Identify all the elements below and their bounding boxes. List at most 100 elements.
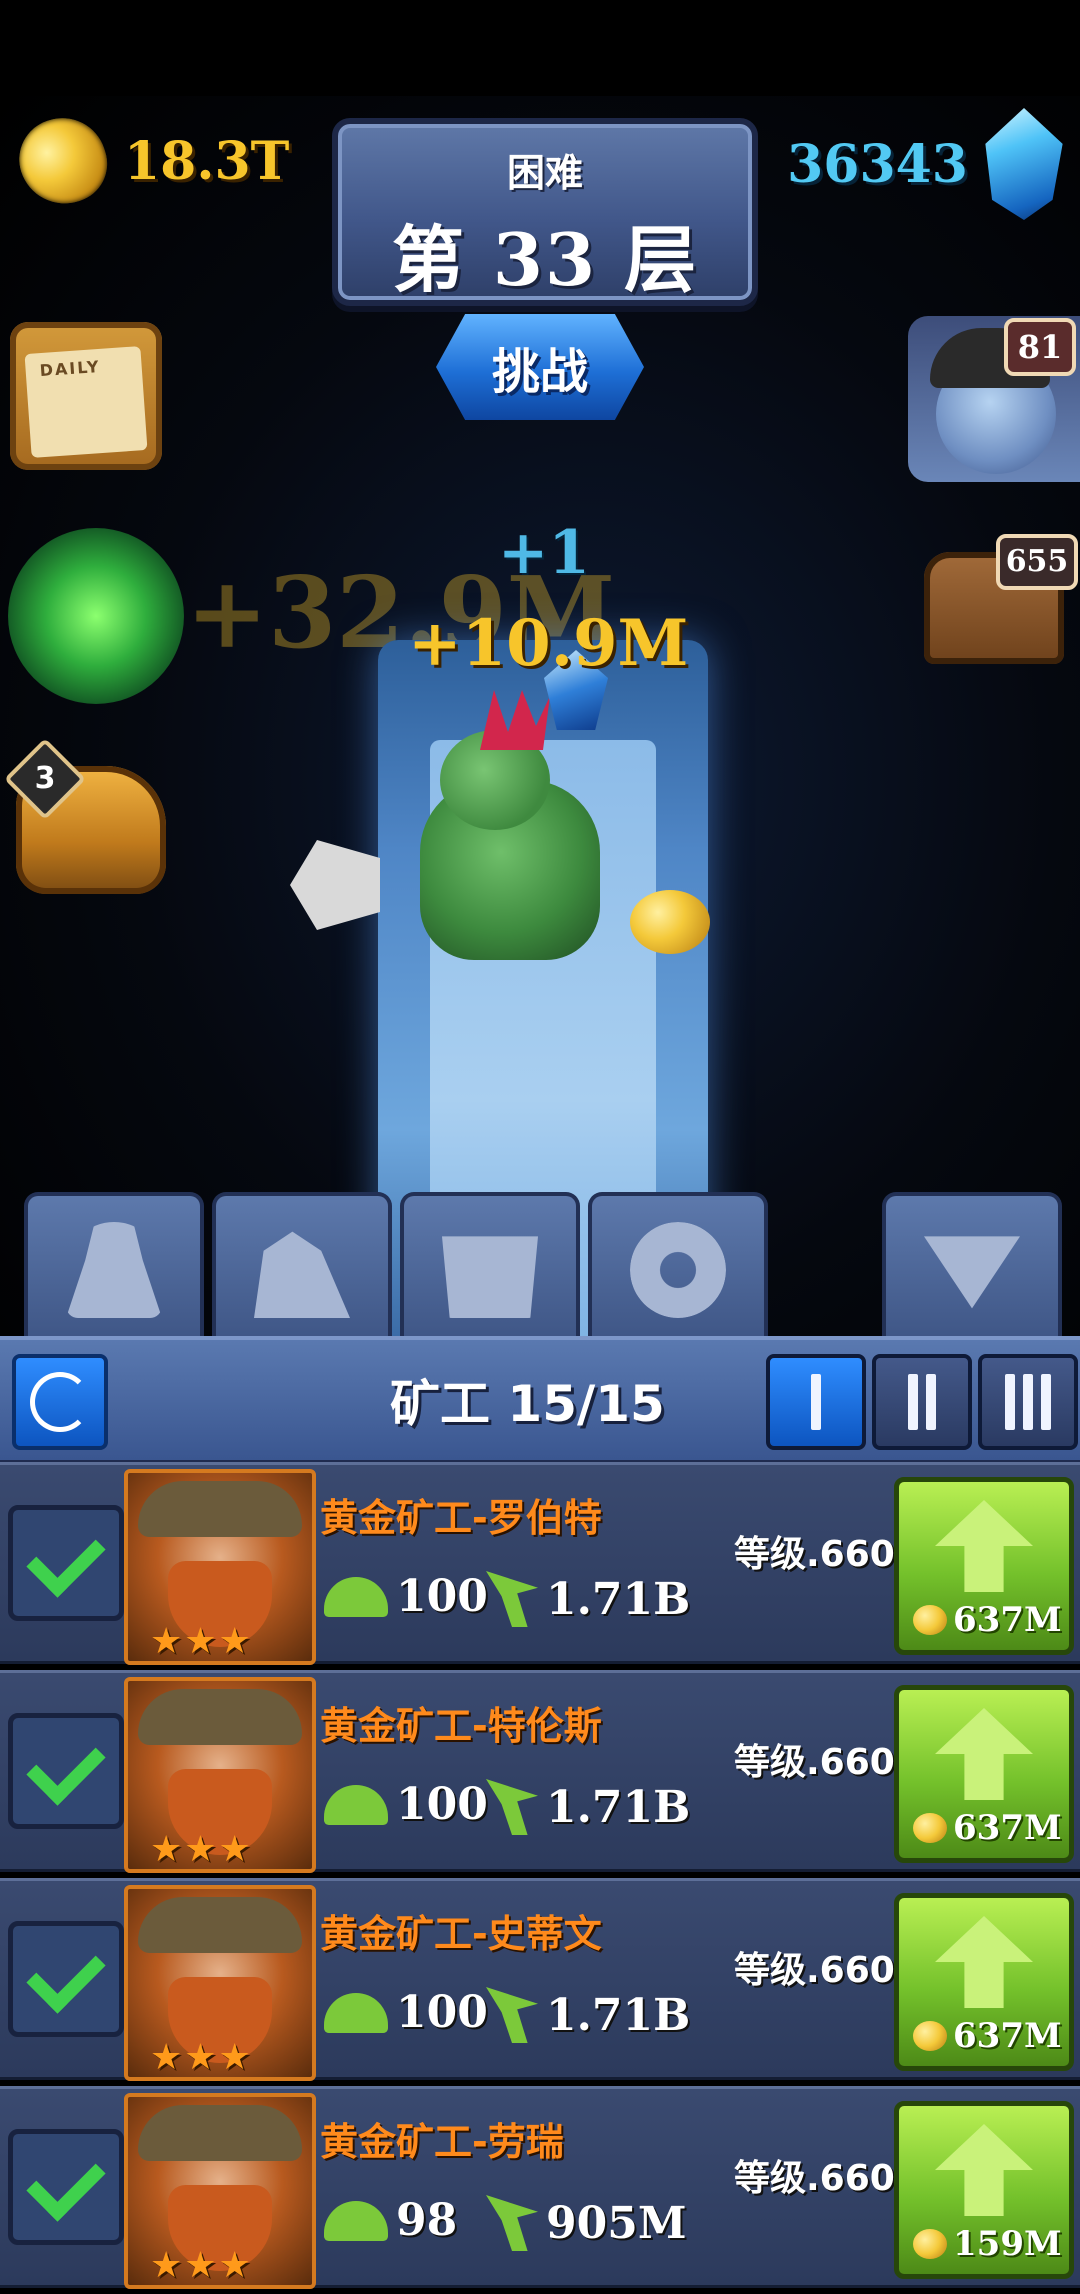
helmet-icon bbox=[324, 1992, 388, 2033]
upgrade-cost: 637M bbox=[913, 1808, 1062, 1848]
treasure-chest-badge: 655 bbox=[996, 534, 1078, 590]
miner-stars: ★★★ bbox=[150, 1829, 253, 1870]
upgrade-button[interactable]: 637M bbox=[894, 1893, 1074, 2071]
up-arrow-icon bbox=[935, 2124, 1033, 2216]
miner-level: 等级.660 bbox=[734, 2158, 895, 2199]
miners-panel-header: 矿工 15/15 bbox=[0, 1336, 1080, 1466]
miner-row: ★★★ 黄金矿工-罗伯特 100 1.71B 等级.660 637M bbox=[0, 1462, 1080, 1665]
upgrade-cost-value: 637M bbox=[953, 1600, 1062, 1640]
gold-coin-icon bbox=[913, 2021, 947, 2051]
miner-checkbox[interactable] bbox=[8, 1505, 124, 1621]
pick-stat: 905M bbox=[486, 2195, 687, 2251]
up-arrow-icon bbox=[935, 1708, 1033, 1800]
miner-row: ★★★ 黄金矿工-史蒂文 100 1.71B 等级.660 637M bbox=[0, 1878, 1080, 2081]
tab-single-miner[interactable] bbox=[24, 1192, 204, 1344]
miner-name: 黄金矿工-特伦斯 bbox=[320, 1704, 602, 1748]
up-arrow-icon bbox=[935, 1500, 1033, 1592]
miners-panel-title: 矿工 15/15 bbox=[390, 1375, 665, 1433]
tab-miners[interactable] bbox=[212, 1192, 392, 1344]
troll-miner-character[interactable] bbox=[290, 690, 710, 1050]
miners-group-icon bbox=[254, 1231, 350, 1318]
tab-chest[interactable] bbox=[400, 1192, 580, 1344]
checkmark-icon bbox=[26, 2142, 106, 2222]
miner-stars: ★★★ bbox=[150, 2037, 253, 2078]
miner-name: 黄金矿工-史蒂文 bbox=[320, 1912, 602, 1956]
gem-amount: 36343 bbox=[787, 133, 968, 195]
axe-icon bbox=[290, 840, 380, 930]
green-portal-button[interactable] bbox=[8, 528, 184, 704]
pickaxe-icon bbox=[486, 1987, 538, 2043]
upgrade-button[interactable]: 637M bbox=[894, 1477, 1074, 1655]
upgrade-cost-value: 637M bbox=[953, 2016, 1062, 2056]
miner-row: ★★★ 黄金矿工-劳瑞 98 905M 等级.660 159M bbox=[0, 2086, 1080, 2289]
page-1-button[interactable] bbox=[766, 1354, 866, 1450]
helmet-stat: 98 bbox=[324, 2195, 457, 2246]
top-black-bar bbox=[0, 0, 1080, 96]
pickaxe-icon bbox=[486, 1571, 538, 1627]
upgrade-cost-value: 637M bbox=[953, 1808, 1062, 1848]
daily-calendar-button[interactable]: DAILY bbox=[10, 322, 162, 470]
miner-name: 黄金矿工-劳瑞 bbox=[320, 2120, 564, 2164]
helmet-value: 100 bbox=[396, 1779, 488, 1830]
checkmark-icon bbox=[26, 1934, 106, 2014]
miner-stars: ★★★ bbox=[150, 1621, 253, 1662]
upgrade-button[interactable]: 637M bbox=[894, 1685, 1074, 1863]
miner-level: 等级.660 bbox=[734, 1534, 895, 1575]
gem-counter: 36343 bbox=[787, 108, 1066, 220]
gold-counter: 18.3T bbox=[8, 106, 290, 216]
upgrade-cost-value: 159M bbox=[953, 2224, 1062, 2264]
level-plate: 困难 第 33 层 bbox=[332, 118, 758, 306]
floor-label: 第 33 层 bbox=[391, 217, 699, 302]
miner-checkbox[interactable] bbox=[8, 1921, 124, 2037]
page-3-icon bbox=[1005, 1374, 1015, 1430]
chevron-down-icon bbox=[924, 1236, 1020, 1309]
page-2-button[interactable] bbox=[872, 1354, 972, 1450]
share-icon bbox=[30, 1372, 90, 1432]
share-button[interactable] bbox=[12, 1354, 108, 1450]
gold-coin-icon bbox=[913, 1813, 947, 1843]
helmet-stat: 100 bbox=[324, 1987, 488, 2038]
pick-stat: 1.71B bbox=[486, 1779, 690, 1835]
gold-nugget-held-icon bbox=[630, 890, 710, 954]
helmet-icon bbox=[324, 1784, 388, 1825]
page-1-icon bbox=[811, 1374, 821, 1430]
tab-collapse[interactable] bbox=[882, 1192, 1062, 1344]
miner-checkbox[interactable] bbox=[8, 2129, 124, 2245]
checkmark-icon bbox=[26, 1726, 106, 1806]
miner-row: ★★★ 黄金矿工-特伦斯 100 1.71B 等级.660 637M bbox=[0, 1670, 1080, 1873]
helmet-value: 100 bbox=[396, 1571, 488, 1622]
upgrade-button[interactable]: 159M bbox=[894, 2101, 1074, 2279]
calendar-icon: DAILY bbox=[24, 346, 148, 458]
gem-gain-popup: +1 bbox=[498, 518, 591, 588]
manager-avatar-badge: 81 bbox=[1004, 318, 1076, 376]
page-2-icon bbox=[908, 1374, 918, 1430]
gold-amount: 18.3T bbox=[124, 130, 290, 192]
challenge-button[interactable]: 挑战 bbox=[436, 314, 644, 420]
upgrade-cost: 159M bbox=[913, 2224, 1062, 2264]
pick-value: 1.71B bbox=[546, 1989, 691, 2041]
helmet-icon bbox=[324, 1576, 388, 1617]
troll-hair bbox=[480, 690, 550, 750]
gold-chest-badge-count: 3 bbox=[34, 761, 56, 796]
challenge-button-label: 挑战 bbox=[491, 344, 588, 400]
helmet-value: 98 bbox=[396, 2195, 458, 2246]
pick-stat: 1.71B bbox=[486, 1987, 690, 2043]
gold-gain-popup: +10.9M bbox=[408, 606, 689, 681]
difficulty-label: 困难 bbox=[506, 151, 583, 195]
blue-gem-icon bbox=[985, 108, 1063, 220]
calendar-label: DAILY bbox=[39, 356, 102, 381]
pick-value: 1.71B bbox=[546, 1781, 691, 1833]
gold-coin-icon bbox=[913, 1605, 947, 1635]
checkmark-icon bbox=[26, 1518, 106, 1598]
helmet-value: 100 bbox=[396, 1987, 488, 2038]
tab-settings[interactable] bbox=[588, 1192, 768, 1344]
miner-checkbox[interactable] bbox=[8, 1713, 124, 1829]
up-arrow-icon bbox=[935, 1916, 1033, 2008]
pick-value: 1.71B bbox=[546, 1573, 691, 1625]
gear-icon bbox=[630, 1222, 726, 1318]
upgrade-cost: 637M bbox=[913, 1600, 1062, 1640]
miner-stars: ★★★ bbox=[150, 2245, 253, 2286]
page-3-button[interactable] bbox=[978, 1354, 1078, 1450]
pickaxe-icon bbox=[486, 2195, 538, 2251]
pickaxe-icon bbox=[486, 1779, 538, 1835]
